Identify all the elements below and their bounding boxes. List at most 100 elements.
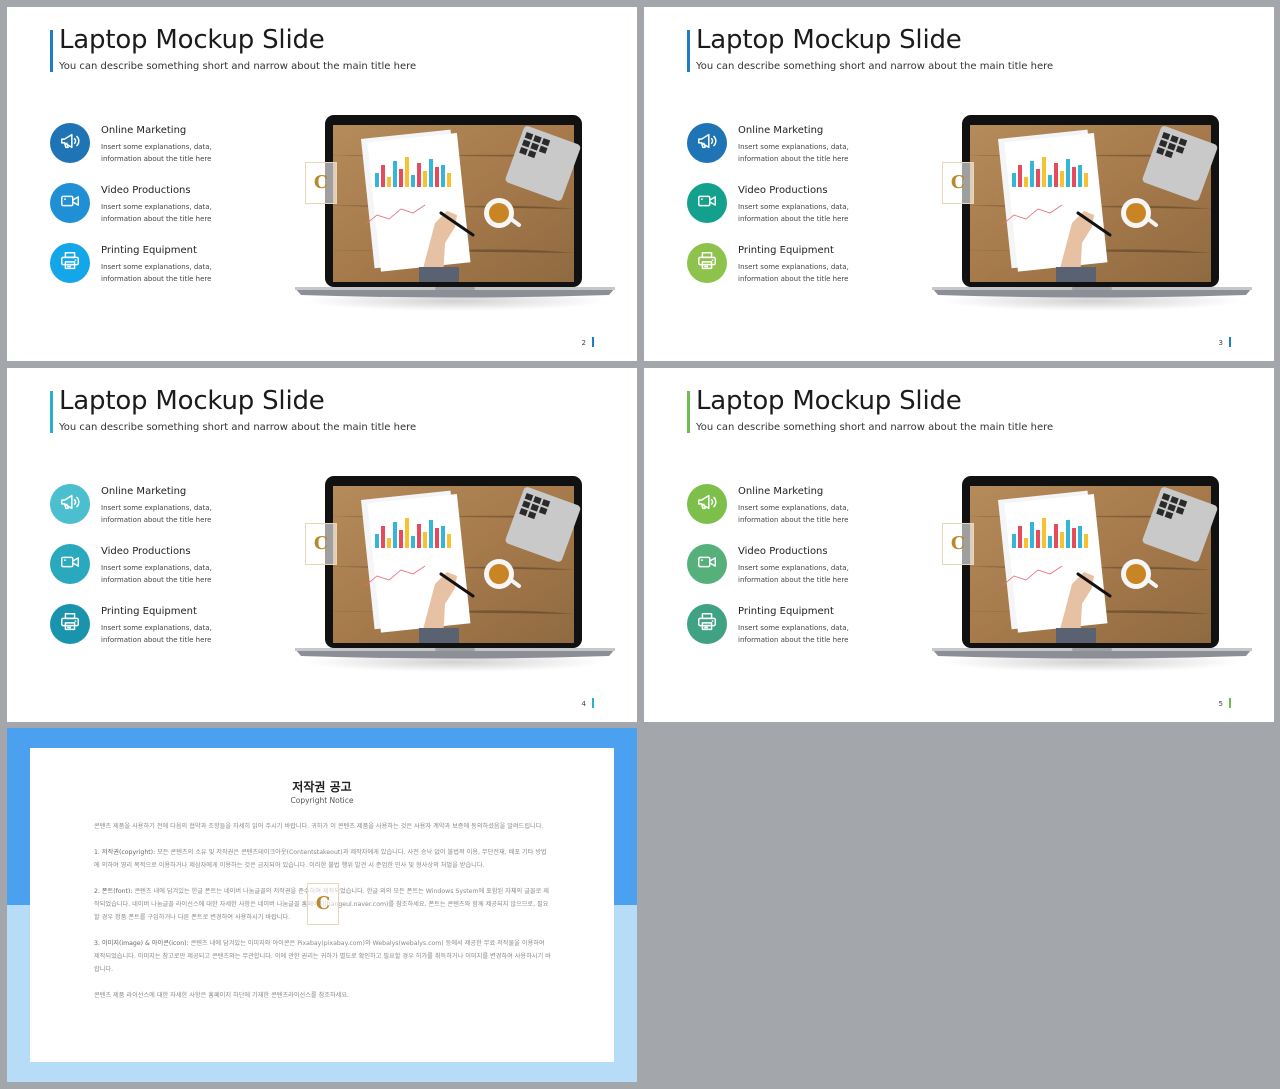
feature-item: Online Marketing Insert some explanation… <box>50 123 310 167</box>
feature-item: Video Productions Insert some explanatio… <box>50 183 310 227</box>
notice-intro: 콘텐츠 제품을 사용하기 전에 다음의 협약과 조항들을 자세히 읽어 주시기 … <box>94 823 544 830</box>
feature-item-description: Insert some explanations, data, informat… <box>738 624 849 644</box>
feature-item-description: Insert some explanations, data, informat… <box>101 624 212 644</box>
feature-item-title: Video Productions <box>101 546 191 557</box>
page-number-accent <box>592 698 594 708</box>
feature-item-title: Printing Equipment <box>738 606 834 617</box>
page-number-accent <box>1229 337 1231 347</box>
feature-item-description: Insert some explanations, data, informat… <box>101 263 212 283</box>
printer-icon-circle <box>50 243 90 283</box>
laptop-mockup-slide: Laptop Mockup Slide You can describe som… <box>644 7 1274 361</box>
slide-subtitle: You can describe something short and nar… <box>696 422 1054 433</box>
video-camera-icon <box>59 190 81 217</box>
megaphone-icon-circle <box>50 484 90 524</box>
feature-item-title: Video Productions <box>738 546 828 557</box>
feature-item: Online Marketing Insert some explanation… <box>687 484 947 528</box>
feature-item-description: Insert some explanations, data, informat… <box>738 504 849 524</box>
megaphone-icon <box>696 491 718 518</box>
watermark-logo: C <box>942 523 974 565</box>
feature-item-description: Insert some explanations, data, informat… <box>101 203 212 223</box>
feature-item: Printing Equipment Insert some explanati… <box>50 243 310 287</box>
feature-item: Online Marketing Insert some explanation… <box>50 484 310 528</box>
video-camera-icon-circle <box>687 183 727 223</box>
page-number-text: 3 <box>1218 339 1223 347</box>
title-accent-bar <box>687 30 690 72</box>
laptop-mockup-image <box>932 115 1252 315</box>
printer-icon-circle <box>687 604 727 644</box>
feature-item-description: Insert some explanations, data, informat… <box>738 564 849 584</box>
page-number: 4 <box>582 698 594 708</box>
slide-subtitle: You can describe something short and nar… <box>696 61 1054 72</box>
slide-subtitle: You can describe something short and nar… <box>59 61 417 72</box>
feature-item-description: Insert some explanations, data, informat… <box>738 143 849 163</box>
feature-item-title: Online Marketing <box>738 125 824 136</box>
feature-item: Video Productions Insert some explanatio… <box>687 183 947 227</box>
title-accent-bar <box>50 30 53 72</box>
feature-item: Printing Equipment Insert some explanati… <box>687 243 947 287</box>
page-number: 3 <box>1219 337 1231 347</box>
feature-item-title: Printing Equipment <box>101 245 197 256</box>
laptop-mockup-slide: Laptop Mockup Slide You can describe som… <box>7 368 637 722</box>
megaphone-icon <box>59 130 81 157</box>
feature-item-description: Insert some explanations, data, informat… <box>738 203 849 223</box>
feature-item-title: Video Productions <box>101 185 191 196</box>
watermark-logo: C <box>942 162 974 204</box>
title-accent-bar <box>687 391 690 433</box>
video-camera-icon-circle <box>50 544 90 584</box>
notice-font-label: 2. 폰트(font): <box>94 888 133 895</box>
feature-item: Printing Equipment Insert some explanati… <box>687 604 947 648</box>
page-number-text: 4 <box>581 700 586 708</box>
page-number-text: 2 <box>581 339 586 347</box>
laptop-mockup-image <box>295 476 615 676</box>
page-number-accent <box>1229 698 1231 708</box>
watermark-logo: C <box>305 523 337 565</box>
megaphone-icon <box>696 130 718 157</box>
slide-subtitle: You can describe something short and nar… <box>59 422 417 433</box>
page-number-accent <box>592 337 594 347</box>
notice-card: 저작권 공고 Copyright Notice 콘텐츠 제품을 사용하기 전에 … <box>30 748 614 1062</box>
megaphone-icon-circle <box>687 484 727 524</box>
notice-image-label: 3. 이미지(image) & 아이콘(icon): <box>94 940 189 947</box>
megaphone-icon-circle <box>50 123 90 163</box>
feature-item-title: Online Marketing <box>101 486 187 497</box>
printer-icon-circle <box>687 243 727 283</box>
slide-title: Laptop Mockup Slide <box>59 386 325 416</box>
video-camera-icon <box>696 551 718 578</box>
feature-item: Online Marketing Insert some explanation… <box>687 123 947 167</box>
printer-icon <box>59 250 81 277</box>
feature-item-description: Insert some explanations, data, informat… <box>101 504 212 524</box>
slide-title: Laptop Mockup Slide <box>696 25 962 55</box>
watermark-logo: C <box>305 162 337 204</box>
feature-item-title: Printing Equipment <box>738 245 834 256</box>
laptop-mockup-slide: Laptop Mockup Slide You can describe som… <box>7 7 637 361</box>
feature-item: Video Productions Insert some explanatio… <box>50 544 310 588</box>
megaphone-icon <box>59 491 81 518</box>
notice-copyright-label: 1. 저작권(copyright): <box>94 849 156 856</box>
printer-icon <box>696 611 718 638</box>
notice-subtitle: Copyright Notice <box>290 796 354 805</box>
feature-item-title: Printing Equipment <box>101 606 197 617</box>
printer-icon-circle <box>50 604 90 644</box>
slide-title: Laptop Mockup Slide <box>59 25 325 55</box>
feature-item-description: Insert some explanations, data, informat… <box>101 143 212 163</box>
video-camera-icon-circle <box>50 183 90 223</box>
page-number: 5 <box>1219 698 1231 708</box>
page-number-text: 5 <box>1218 700 1223 708</box>
feature-item-description: Insert some explanations, data, informat… <box>101 564 212 584</box>
laptop-mockup-slide: Laptop Mockup Slide You can describe som… <box>644 368 1274 722</box>
video-camera-icon <box>59 551 81 578</box>
page-number: 2 <box>582 337 594 347</box>
feature-item: Video Productions Insert some explanatio… <box>687 544 947 588</box>
notice-title: 저작권 공고 <box>292 780 352 794</box>
feature-item: Printing Equipment Insert some explanati… <box>50 604 310 648</box>
watermark-logo: C <box>307 883 339 925</box>
notice-image-paragraph: 3. 이미지(image) & 아이콘(icon): 콘텐츠 내에 담겨있는 이… <box>94 937 552 976</box>
laptop-mockup-image <box>932 476 1252 676</box>
feature-item-description: Insert some explanations, data, informat… <box>738 263 849 283</box>
feature-item-title: Online Marketing <box>738 486 824 497</box>
copyright-notice-slide: 저작권 공고 Copyright Notice 콘텐츠 제품을 사용하기 전에 … <box>7 728 637 1082</box>
laptop-mockup-image <box>295 115 615 315</box>
video-camera-icon <box>696 190 718 217</box>
notice-outro: 콘텐츠 제품 라이선스에 대한 자세한 사항은 홈페이지 하단에 기재한 콘텐츠… <box>94 992 350 999</box>
printer-icon <box>59 611 81 638</box>
